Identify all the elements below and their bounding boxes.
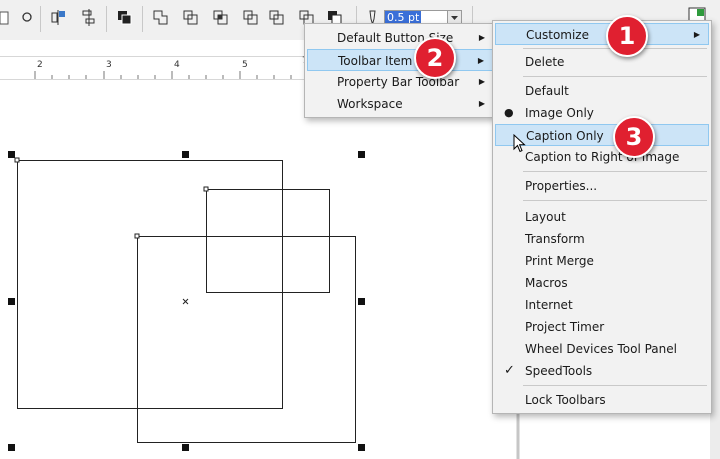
menu-item-customize[interactable]: Customize ▶ <box>495 23 709 45</box>
menu-item-toolbar-item[interactable]: Toolbar Item ▶ <box>307 49 493 71</box>
menu-item-label: Macros <box>525 276 568 290</box>
menu-item-label: Wheel Devices Tool Panel <box>525 342 677 356</box>
menu-item-label: Properties... <box>525 179 598 193</box>
menu-item-properties[interactable]: Properties... <box>495 175 709 197</box>
menu-item-label: Print Merge <box>525 254 594 268</box>
chevron-right-icon: ▶ <box>693 30 700 39</box>
menu-item-label: Default <box>525 84 569 98</box>
menu-item-default[interactable]: Default <box>495 80 709 102</box>
rectangle-shape[interactable] <box>17 160 283 409</box>
menu-item-lock-toolbars[interactable]: Lock Toolbars <box>495 389 709 411</box>
menu-item-label: Internet <box>525 298 573 312</box>
menu-item-label: Caption to Right of Image <box>525 150 680 164</box>
rectangle-shape[interactable] <box>206 189 330 293</box>
menu-item-default-button-size[interactable]: Default Button Size ▶ <box>307 27 493 49</box>
menu-separator <box>523 200 707 201</box>
chevron-right-icon: ▶ <box>478 99 485 108</box>
ruler-tick-label: 4 <box>174 60 180 70</box>
distribute-icon[interactable] <box>80 9 98 27</box>
menu-separator <box>523 385 707 386</box>
chevron-right-icon: ▶ <box>477 56 484 65</box>
menu-item-project-timer[interactable]: Project Timer <box>495 316 709 338</box>
menu-item-label: Lock Toolbars <box>525 393 606 407</box>
menu-item-label: Project Timer <box>525 320 605 334</box>
menu-item-macros[interactable]: Macros <box>495 272 709 294</box>
weld-icon[interactable] <box>152 9 170 27</box>
menu-item-caption-only[interactable]: Caption Only <box>495 124 709 146</box>
circle-icon[interactable] <box>20 9 38 27</box>
menu-item-print-merge[interactable]: Print Merge <box>495 250 709 272</box>
center-marker <box>182 298 189 305</box>
ruler-tick-label: 3 <box>106 60 112 70</box>
menu-item-label: Delete <box>525 55 565 69</box>
menu-item-label: Workspace <box>337 97 403 111</box>
menu-item-workspace[interactable]: Workspace ▶ <box>307 93 493 115</box>
rect-icon[interactable] <box>0 9 18 27</box>
menu-item-image-only[interactable]: ● Image Only <box>495 102 709 124</box>
node-markers <box>14 157 209 239</box>
ruler-tick-label: 2 <box>37 60 43 70</box>
customize-submenu: Default Button Size ▶ Toolbar Item ▶ Pro… <box>304 23 496 118</box>
menu-separator <box>523 76 707 77</box>
chevron-right-icon: ▶ <box>478 33 485 42</box>
menu-item-internet[interactable]: Internet <box>495 294 709 316</box>
align-icon[interactable] <box>50 9 68 27</box>
menu-item-label: Layout <box>525 210 566 224</box>
menu-item-label: Customize <box>526 28 589 42</box>
rectangle-shape[interactable] <box>137 236 356 443</box>
front-minus-back-icon[interactable] <box>268 9 286 27</box>
menu-item-wheel-devices-tool-panel[interactable]: Wheel Devices Tool Panel <box>495 338 709 360</box>
menu-item-delete[interactable]: Delete <box>495 51 709 73</box>
menu-item-label: Toolbar Item <box>338 54 413 68</box>
callout-badge-3: 3 <box>613 116 655 158</box>
menu-item-speedtools[interactable]: ✓ SpeedTools <box>495 360 709 382</box>
toolbar-context-menu: Customize ▶ Delete Default ● Image Only … <box>492 20 712 414</box>
menu-separator <box>523 171 707 172</box>
menu-item-transform[interactable]: Transform <box>495 228 709 250</box>
trim-icon[interactable] <box>182 9 200 27</box>
intersect-icon[interactable] <box>212 9 230 27</box>
ruler-tick-label: 5 <box>242 60 248 70</box>
menu-item-label: Image Only <box>525 106 594 120</box>
mouse-pointer-icon <box>513 134 526 153</box>
menu-item-label: Transform <box>525 232 585 246</box>
chevron-right-icon: ▶ <box>478 77 485 86</box>
radio-dot-icon: ● <box>504 106 514 119</box>
menu-item-layout[interactable]: Layout <box>495 206 709 228</box>
callout-badge-2: 2 <box>414 37 456 79</box>
checkmark-icon: ✓ <box>504 363 515 378</box>
menu-item-label: Caption Only <box>526 129 604 143</box>
arrange-icon[interactable] <box>116 9 134 27</box>
simplify-icon[interactable] <box>242 9 260 27</box>
menu-item-label: SpeedTools <box>525 364 593 378</box>
menu-item-property-bar-toolbar[interactable]: Property Bar Toolbar ▶ <box>307 71 493 93</box>
callout-badge-1: 1 <box>606 15 648 57</box>
menu-item-caption-to-right-of-image[interactable]: Caption to Right of Image <box>495 146 709 168</box>
